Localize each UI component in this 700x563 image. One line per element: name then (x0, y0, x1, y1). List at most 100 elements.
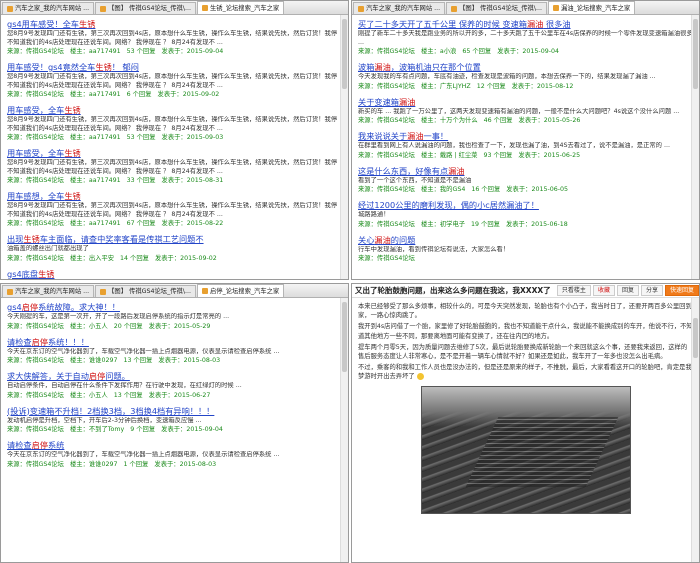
result-meta-field[interactable]: 来源：传祺GS4论坛 (7, 177, 64, 184)
result-meta-field[interactable]: 来源：传祺GS4论坛 (7, 220, 64, 227)
result-meta-field[interactable]: 来源：传祺GS4论坛 (7, 91, 64, 98)
result-meta-field[interactable]: 楼主：我的GS4 (421, 186, 465, 193)
scrollbar-thumb[interactable] (693, 318, 698, 358)
favicon-icon (100, 288, 107, 295)
tab-autohome-home[interactable]: 汽车之家_我的汽车网站 ... (353, 2, 446, 14)
result-meta-field: 13 个回复 (123, 357, 153, 364)
result-meta-field[interactable]: 楼主：小五人 (70, 323, 108, 330)
result-snippet: 自动启停条件，自动启停在什么条件下发挥作用？在行驶中发现，在红绿灯的时候 ... (7, 382, 242, 389)
quick-reply-button[interactable]: 快速回复 (664, 285, 699, 296)
result-title-link[interactable]: 求大侠解答，关于自动启停问题。 (7, 371, 342, 382)
result-title-link[interactable]: 经过1200公里的磨利发现，偶的小c居然漏油了！ (358, 200, 693, 211)
result-meta-field: 9 个回复 (130, 426, 156, 433)
result-title-link[interactable]: 用车感受！gs4竟然全车生锈！ 郁闷 (7, 62, 342, 73)
result-meta-field[interactable]: 楼主：小五人 (70, 392, 108, 399)
result-meta-field[interactable]: 来源：传祺GS4论坛 (358, 48, 415, 55)
result-meta-field[interactable]: 来源：传祺GS4论坛 (358, 117, 415, 124)
result-title-link[interactable]: 我来说说关于漏油一事！ (358, 131, 693, 142)
result-meta-field[interactable]: 来源：传祺GS4论坛 (7, 461, 64, 468)
tire-photo[interactable] (420, 385, 631, 514)
tab-gs4-forum[interactable]: 【图】 传祺GS4论坛_传祺\... (446, 2, 547, 14)
result-title-link[interactable]: 请检查启停系统 (7, 440, 342, 451)
result-meta-field[interactable]: 楼主：广东LJYHZ (421, 83, 471, 90)
result-meta-field: 发表于：2015-06-25 (518, 151, 581, 159)
result-meta-field[interactable]: 楼主：戴路 | 红尘菜 (421, 152, 478, 159)
result-title-link[interactable]: 关于变速箱漏油 (358, 97, 693, 108)
result-meta-field[interactable]: 来源：传祺GS4论坛 (7, 255, 64, 262)
result-meta-field: 发表于：2015-06-18 (505, 220, 568, 228)
result-meta-field[interactable]: 楼主：初学电子 (421, 221, 465, 228)
result-title-link[interactable]: gs4启停系统故障。求大神！！ (7, 302, 342, 313)
tab-autohome-home[interactable]: 汽车之家_我的汽车网站 ... (2, 2, 95, 14)
result-meta-field[interactable]: 来源：传祺GS4论坛 (358, 221, 415, 228)
result-title-link[interactable]: gs4底盘生锈 (7, 269, 342, 280)
result-meta-field[interactable]: 来源：传祺GS4论坛 (7, 323, 64, 330)
result-meta-field[interactable]: 来源：传祺GS4论坛 (7, 357, 64, 364)
scrollbar-thumb[interactable] (342, 302, 347, 372)
result-meta-field[interactable]: 来源：传祺GS4论坛 (358, 186, 415, 193)
tab-gs4-forum[interactable]: 【图】 传祺GS4论坛_传祺\... (95, 285, 196, 297)
tab-bar: 汽车之家_我的汽车网站 ... 【图】 传祺GS4论坛_传祺\... 生锈_论坛… (1, 1, 348, 15)
search-results: gs4用车感受！全车生锈您8月9号发现四门还有生锈，第三次再次回到4s店，原本想… (1, 15, 348, 280)
result-meta-field[interactable]: 楼主：a小浪 (421, 48, 456, 55)
result-title-link[interactable]: 出现生锈车主面临，请查中奖率客看是传祺工艺问题不 (7, 234, 342, 245)
tab-rust-search[interactable]: 生锈_论坛搜索_汽车之家 (196, 1, 285, 14)
result-title-text: 发现，偶的小c居然漏油了！ (436, 200, 539, 210)
result-title-text: 这是什么东西，好像有点 (358, 165, 449, 176)
result-meta-field[interactable]: 楼主：十万个为什么 (421, 117, 478, 124)
scrollbar-thumb[interactable] (342, 19, 347, 89)
result-meta-field[interactable]: 来源：传祺GS4论坛 (7, 48, 64, 55)
result-meta: 来源：传祺GS4论坛 楼主：小五人 20 个回复 发表于：2015-05-29 (7, 322, 342, 331)
result-title-link[interactable]: (投诉)变速箱不升档！2档换3档，3档换4档有异响！！！ (7, 406, 342, 417)
result-snippet: 行车中发现漏油，看到传祺论坛有说法，大家怎么看！ (358, 245, 510, 253)
result-meta: 来源：传祺GS4论坛 楼主：aa717491 53 个回复 发表于：2015-09-0… (7, 47, 342, 56)
result-title-text: ！ 郁闷 (111, 62, 139, 72)
result-meta-field[interactable]: 楼主：aa717491 (70, 177, 121, 184)
tab-gs4-forum[interactable]: 【图】 传祺GS4论坛_传祺\... (95, 2, 196, 14)
result-meta-field[interactable]: 楼主：aa717491 (70, 91, 121, 98)
tab-start-stop-search[interactable]: 启停_论坛搜索_汽车之家 (196, 284, 285, 297)
favorite-button[interactable]: 收藏 (592, 285, 615, 296)
scrollbar[interactable] (691, 298, 699, 562)
search-result: 用车感想，全车生锈 您8月9号发现四门还有生锈，第三次再次回到4s店，原本想什么车… (7, 191, 342, 228)
result-title-link[interactable]: 用车感想，全车生锈 (7, 191, 342, 202)
result-snippet: 您8月9号发现四门还有生锈，第三次再次回到4s店，原本想什么车生锈，操作么车生锈… (7, 116, 338, 132)
result-title-link[interactable]: gs4用车感受！全车生锈 (7, 19, 342, 30)
result-meta-field[interactable]: 楼主：aa717491 (70, 134, 121, 141)
reply-button[interactable]: 回复 (616, 285, 639, 296)
result-meta-field[interactable]: 楼主：不到了Tomy (70, 426, 124, 433)
result-title-link[interactable]: 请检查启停系统！！！ (7, 337, 342, 348)
share-button[interactable]: 分享 (640, 285, 663, 296)
scrollbar-thumb[interactable] (693, 19, 698, 89)
result-title-link[interactable]: 波箱漏油，波箱机油只在那个位置 (358, 62, 693, 73)
search-result: 买了二十多天开了五千公里 保养的时候 变速箱漏油 很多油 刚提了新车二十多天我是跑… (358, 19, 693, 56)
result-meta-field[interactable]: 来源：传祺GS4论坛 (7, 392, 64, 399)
result-meta-field[interactable]: 来源：传祺GS4论坛 (7, 426, 64, 433)
result-meta-field[interactable]: 来源：传祺GS4论坛 (358, 255, 415, 262)
result-meta: 来源：传祺GS4论坛 楼主：十万个为什么 46 个回复 发表于：2015-05-26 (358, 116, 693, 125)
search-result: gs4用车感受！全车生锈 您8月9号发现四门还有生锈，第三次再次回到4s店，原本想… (7, 19, 342, 56)
result-meta-field[interactable]: 来源：传祺GS4论坛 (358, 152, 415, 159)
result-meta-field[interactable]: 楼主：出入平安 (70, 255, 114, 262)
result-title-link[interactable]: 关心漏油的问题 (358, 235, 693, 246)
result-title-link[interactable]: 这是什么东西，好像有点漏油 (358, 166, 693, 177)
result-meta-field[interactable]: 来源：传祺GS4论坛 (358, 83, 415, 90)
result-title-text: gs4 (7, 302, 22, 312)
scrollbar[interactable] (340, 15, 348, 279)
result-title-link[interactable]: 用车感受，全车生锈 (7, 148, 342, 159)
tab-bar: 汽车之家_我的汽车网站 ... 【图】 传祺GS4论坛_传祺\... 启停_论坛… (1, 284, 348, 298)
only-author-button[interactable]: 只看楼主 (556, 285, 591, 296)
result-title-link[interactable]: 用车感受，全车生锈 (7, 105, 342, 116)
result-meta-field[interactable]: 楼主：aa717491 (70, 48, 121, 55)
result-meta-field[interactable]: 楼主：谁谁0297 (70, 461, 118, 468)
tab-autohome-home[interactable]: 汽车之家_我的汽车网站 ... (2, 285, 95, 297)
scrollbar[interactable] (691, 15, 699, 279)
result-meta: 来源：传祺GS4论坛 楼主：不到了Tomy 9 个回复 发表于：2015-09-04 (7, 425, 342, 434)
result-meta-field[interactable]: 楼主：aa717491 (70, 220, 121, 227)
result-meta-field[interactable]: 来源：传祺GS4论坛 (7, 134, 64, 141)
pane-rust-search: 汽车之家_我的汽车网站 ... 【图】 传祺GS4论坛_传祺\... 生锈_论坛… (0, 0, 349, 280)
tab-oil-leak-search[interactable]: 漏油_论坛搜索_汽车之家 (547, 1, 636, 14)
scrollbar[interactable] (340, 298, 348, 562)
result-meta-field[interactable]: 楼主：谁谁0297 (70, 357, 118, 364)
result-title-link[interactable]: 买了二十多天开了五千公里 保养的时候 变速箱漏油 很多油 (358, 19, 693, 30)
